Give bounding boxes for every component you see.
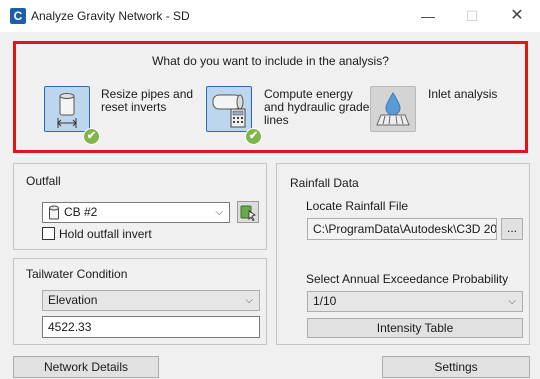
structure-icon <box>49 205 59 220</box>
outfall-group: Outfall CB #2 ⌵ Hold outfall invert <box>13 163 267 250</box>
aep-dropdown[interactable]: 1/10 ⌵ <box>307 291 523 312</box>
maximize-button[interactable]: ☐ <box>449 0 495 32</box>
outfall-structure-dropdown[interactable]: CB #2 ⌵ <box>42 202 230 223</box>
pick-structure-icon <box>240 205 256 222</box>
outfall-structure-value: CB #2 <box>64 205 98 219</box>
resize-pipes-label: Resize pipes and reset inverts <box>101 87 194 114</box>
rainfall-data-group: Rainfall Data Locate Rainfall File C:\Pr… <box>276 163 530 345</box>
network-details-button[interactable]: Network Details <box>13 356 159 378</box>
inlet-analysis-label: Inlet analysis <box>428 87 498 101</box>
analysis-options-panel: What do you want to include in the analy… <box>13 41 528 153</box>
minimize-button[interactable]: — <box>405 0 451 32</box>
inlet-analysis-option-tile[interactable] <box>370 86 416 132</box>
compute-egl-hgl-label: Compute energy and hydraulic grade lines <box>264 87 370 127</box>
outfall-group-label: Outfall <box>26 174 61 188</box>
tailwater-condition-dropdown[interactable]: Elevation ⌵ <box>42 290 260 311</box>
resize-pipes-check-icon: ✔ <box>83 128 100 145</box>
window-title: Analyze Gravity Network - SD <box>31 9 190 23</box>
settings-button[interactable]: Settings <box>382 356 530 378</box>
tailwater-condition-group: Tailwater Condition Elevation ⌵ 4522.33 <box>13 258 267 345</box>
close-button[interactable]: ✕ <box>494 0 540 32</box>
tailwater-group-label: Tailwater Condition <box>26 267 128 281</box>
aep-label: Select Annual Exceedance Probability <box>306 272 509 286</box>
intensity-table-button[interactable]: Intensity Table <box>307 318 523 338</box>
civil3d-app-icon: C <box>10 8 26 24</box>
hold-outfall-invert-checkbox[interactable] <box>42 227 55 240</box>
tailwater-elevation-input[interactable]: 4522.33 <box>42 316 260 338</box>
pick-outfall-button[interactable] <box>237 201 259 223</box>
compute-egl-hgl-check-icon: ✔ <box>245 128 262 145</box>
compute-egl-hgl-icon <box>212 94 246 128</box>
analysis-question: What do you want to include in the analy… <box>152 54 389 68</box>
browse-rainfall-file-button[interactable]: ... <box>501 218 523 240</box>
chevron-down-icon: ⌵ <box>508 296 516 307</box>
aep-value: 1/10 <box>313 294 337 308</box>
compute-egl-hgl-option-tile[interactable] <box>206 86 252 132</box>
resize-pipes-option-tile[interactable] <box>44 86 90 132</box>
chevron-down-icon: ⌵ <box>215 207 223 218</box>
rainfall-file-path-field[interactable]: C:\ProgramData\Autodesk\C3D 2020\ <box>307 218 497 240</box>
inlet-analysis-icon <box>376 92 410 126</box>
rainfall-group-label: Rainfall Data <box>290 176 359 190</box>
resize-pipe-icon <box>57 93 77 128</box>
title-bar: C Analyze Gravity Network - SD — ☐ ✕ <box>0 0 540 32</box>
locate-rainfall-file-label: Locate Rainfall File <box>306 199 409 213</box>
chevron-down-icon: ⌵ <box>245 295 253 306</box>
hold-outfall-invert-label: Hold outfall invert <box>59 227 152 241</box>
tailwater-condition-value: Elevation <box>48 293 98 307</box>
